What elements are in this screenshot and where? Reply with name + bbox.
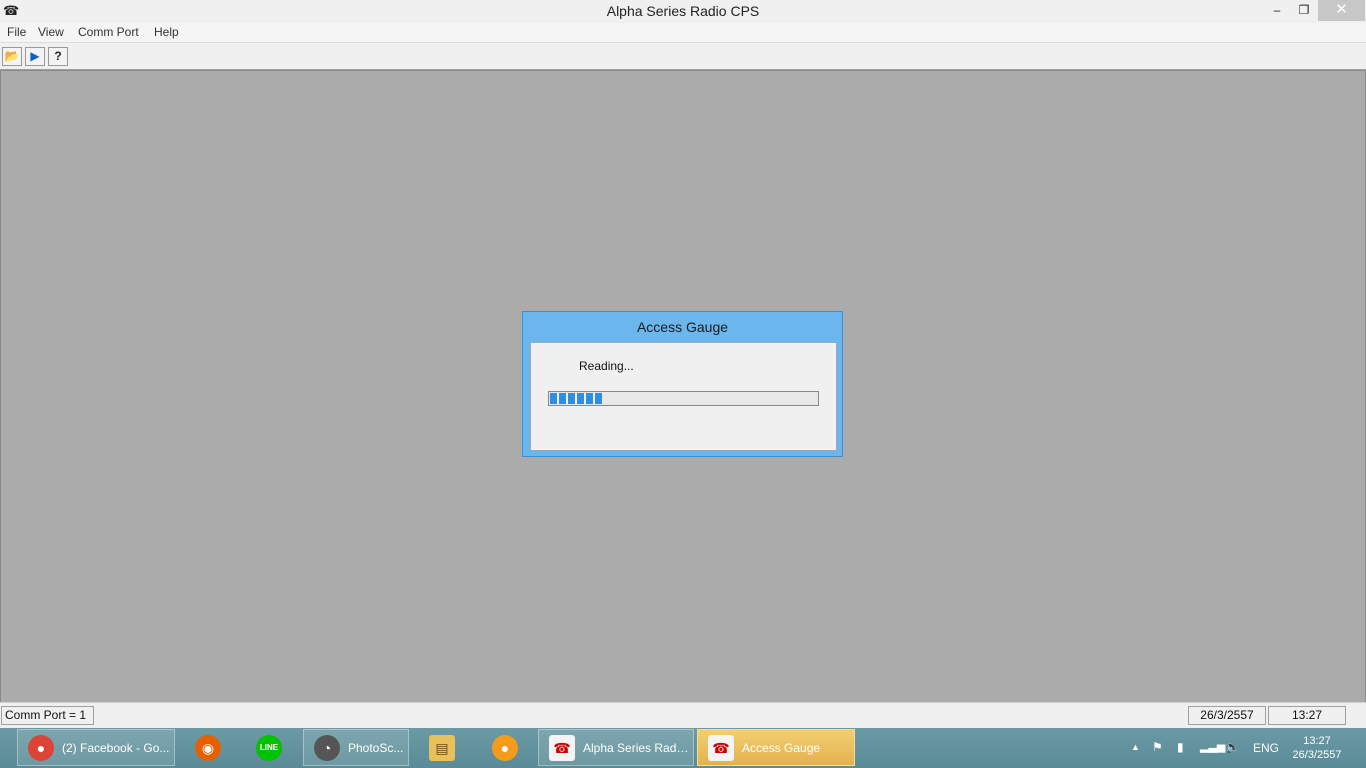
file-explorer-icon: ▤ (429, 735, 455, 761)
task-label: Access Gauge (742, 741, 821, 755)
status-bar: Comm Port = 1 26/3/2557 13:27 (0, 702, 1366, 729)
photoscape-icon: ◔ (314, 735, 340, 761)
title-bar: ☎ Alpha Series Radio CPS – ❐ ✕ (0, 0, 1366, 23)
tray-date: 26/3/2557 (1292, 749, 1342, 761)
radio-transfer-icon[interactable]: ▶ (25, 47, 45, 66)
dialog-message: Reading... (579, 359, 634, 373)
media-player-icon: ● (492, 735, 518, 761)
access-gauge-dialog: Access Gauge Reading... (522, 311, 843, 457)
menu-bar: File View Comm Port Help (0, 23, 1366, 43)
radio-cps-icon: ☎ (708, 735, 734, 761)
menu-view[interactable]: View (38, 25, 64, 39)
status-date: 26/3/2557 (1188, 706, 1266, 725)
task-access-gauge[interactable]: ☎ Access Gauge (697, 729, 855, 766)
minimize-button[interactable]: – (1262, 0, 1292, 21)
task-alpha-series[interactable]: ☎ Alpha Series Radi... (538, 729, 694, 766)
action-center-flag-icon[interactable]: ⚑ (1152, 740, 1163, 754)
task-label: Alpha Series Radi... (583, 741, 689, 755)
progress-fill (550, 393, 602, 404)
task-chrome-facebook[interactable]: ● (2) Facebook - Go... (17, 729, 175, 766)
task-label: (2) Facebook - Go... (62, 741, 170, 755)
tray-clock[interactable]: 13:27 26/3/2557 (1287, 734, 1347, 762)
task-photoscape[interactable]: ◔ PhotoSc... (303, 729, 409, 766)
radio-cps-icon: ☎ (549, 735, 575, 761)
task-firefox[interactable]: ◉ (180, 729, 236, 766)
menu-file[interactable]: File (7, 25, 26, 39)
input-language[interactable]: ENG (1253, 741, 1279, 755)
tray-chevron-up-icon[interactable]: ▲ (1131, 740, 1140, 754)
chrome-icon: ● (28, 735, 54, 761)
dialog-title: Access Gauge (636, 319, 729, 335)
help-icon[interactable]: ? (48, 47, 68, 66)
menu-help[interactable]: Help (154, 25, 179, 39)
restore-button[interactable]: ❐ (1290, 0, 1318, 21)
firefox-icon: ◉ (195, 735, 221, 761)
close-button[interactable]: ✕ (1318, 0, 1365, 21)
toolbar: 📂 ▶ ? (0, 43, 1366, 70)
task-media-player[interactable]: ● (475, 729, 533, 766)
battery-icon[interactable]: ▮ (1177, 740, 1184, 754)
volume-icon[interactable]: 🔈 (1225, 740, 1240, 754)
tray-time: 13:27 (1303, 735, 1331, 747)
network-signal-icon[interactable]: ▂▃▅ (1200, 740, 1225, 754)
task-label: PhotoSc... (348, 741, 404, 755)
taskbar: ● (2) Facebook - Go... ◉ LINE ◔ PhotoSc.… (0, 728, 1366, 768)
progress-bar (548, 391, 819, 406)
window-title: Alpha Series Radio CPS (606, 3, 760, 19)
open-folder-icon[interactable]: 📂 (2, 47, 22, 66)
dialog-body: Reading... (530, 342, 837, 451)
status-time: 13:27 (1268, 706, 1346, 725)
menu-comm-port[interactable]: Comm Port (78, 25, 139, 39)
status-comm-port: Comm Port = 1 (1, 706, 94, 725)
task-file-explorer[interactable]: ▤ (414, 729, 470, 766)
task-line[interactable]: LINE (241, 729, 299, 766)
line-icon: LINE (256, 735, 282, 761)
